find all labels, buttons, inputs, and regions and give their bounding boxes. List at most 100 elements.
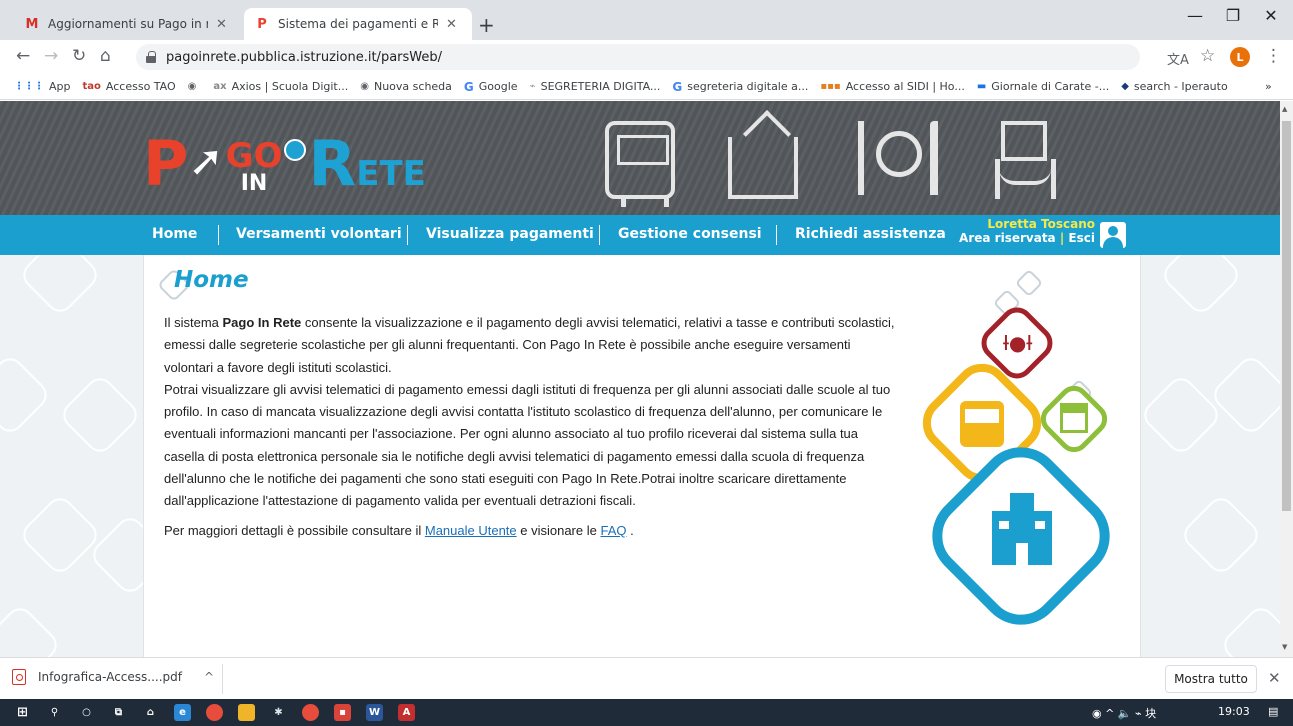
forward-arrow-icon[interactable]: → xyxy=(44,46,58,66)
scroll-down-arrow-icon[interactable]: ▼ xyxy=(1282,643,1287,651)
main-nav: Home Versamenti volontari Visualizza pag… xyxy=(0,215,1280,255)
bookmark-iperauto[interactable]: ◆ search - Iperauto xyxy=(1121,80,1227,93)
profile-avatar[interactable]: L xyxy=(1230,47,1250,67)
download-item[interactable]: Infografica-Access....pdf ^ xyxy=(12,669,214,685)
nav-versamenti-volontari[interactable]: Versamenti volontari xyxy=(236,226,402,242)
bookmark-google[interactable]: G Google xyxy=(464,80,518,94)
bookmark-label: segreteria digitale a... xyxy=(687,80,809,93)
address-bar-row: ← → ↻ ⌂ pagoinrete.pubblica.istruzione.i… xyxy=(0,40,1293,74)
gmail-icon: M xyxy=(25,16,39,32)
scroll-up-arrow-icon[interactable]: ▲ xyxy=(1282,105,1287,113)
task-view-icon[interactable]: ⧉ xyxy=(110,704,127,721)
word-icon[interactable]: W xyxy=(366,704,383,721)
bookmarks-bar: ⋮⋮⋮ App tao Accesso TAO ◉ ax Axios | Scuola… xyxy=(0,74,1293,100)
edge-icon[interactable]: e xyxy=(174,704,191,721)
paragraph-2: Potrai visualizzare gli avvisi telematic… xyxy=(164,381,891,509)
system-tray-icons[interactable]: ◉ ^ 🔈 ⌁ 块 xyxy=(1092,705,1156,721)
bookmark-label: SEGRETERIA DIGITA... xyxy=(540,80,661,93)
bookmark-tao[interactable]: tao Accesso TAO xyxy=(83,80,176,93)
intro-text: Il sistema Pago In Rete consente la visu… xyxy=(164,312,896,542)
close-download-bar-icon[interactable]: ✕ xyxy=(1268,669,1281,687)
tab-gmail[interactable]: M Aggiornamenti su Pago in rete - ✕ xyxy=(14,8,242,40)
bookmark-star-icon[interactable]: ☆ xyxy=(1200,46,1215,66)
opera-icon[interactable] xyxy=(302,704,319,721)
faq-link[interactable]: FAQ xyxy=(600,523,626,538)
bookmark-nuova-scheda[interactable]: ◉ Nuova scheda xyxy=(360,80,452,93)
nav-divider xyxy=(407,225,408,245)
page-viewport: P ➚ GO IN R ETE Home Versamenti volontar… xyxy=(0,101,1280,657)
home-icon[interactable]: ⌂ xyxy=(100,46,111,66)
nav-divider xyxy=(776,225,777,245)
nav-gestione-consensi[interactable]: Gestione consensi xyxy=(618,226,762,242)
iperauto-icon: ◆ xyxy=(1121,81,1129,92)
nav-visualizza-pagamenti[interactable]: Visualizza pagamenti xyxy=(426,226,594,242)
axios-icon: ax xyxy=(213,81,227,92)
google-icon: G xyxy=(672,79,683,94)
tab-title: Sistema dei pagamenti e Riconcil xyxy=(278,17,438,31)
download-filename: Infografica-Access....pdf xyxy=(38,670,182,684)
logout-link[interactable]: Esci xyxy=(1068,231,1095,245)
scrollbar-thumb[interactable] xyxy=(1282,121,1291,511)
bookmarks-more-button[interactable]: » xyxy=(1265,80,1272,93)
cortana-icon[interactable]: ○ xyxy=(78,704,95,721)
user-avatar-icon[interactable] xyxy=(1100,222,1126,248)
bookmark-segreteria-digitale[interactable]: Gsegreteria digitale a... xyxy=(672,80,808,94)
paragraph-1: Il sistema Pago In Rete consente la visu… xyxy=(164,315,895,375)
store-icon[interactable]: ⌂ xyxy=(142,704,159,721)
new-tab-button[interactable]: + xyxy=(478,13,495,37)
bookmark-axios[interactable]: ax Axios | Scuola Digit... xyxy=(213,80,348,93)
bookmark-app[interactable]: ⋮⋮⋮ App xyxy=(14,80,71,93)
bookmark-globe[interactable]: ◉ xyxy=(188,81,202,92)
apps-grid-icon: ⋮⋮⋮ xyxy=(14,81,44,92)
search-icon[interactable]: ⚲ xyxy=(46,704,63,721)
bookmark-sidi[interactable]: ▪▪▪ Accesso al SIDI | Ho... xyxy=(820,80,964,93)
chalk-bus-icon xyxy=(605,121,675,207)
bookmark-label: Giornale di Carate -... xyxy=(991,80,1110,93)
chrome-icon[interactable] xyxy=(206,704,223,721)
reload-icon[interactable]: ↻ xyxy=(72,46,86,66)
chevron-up-icon[interactable]: ^ xyxy=(204,670,214,684)
download-bar: Infografica-Access....pdf ^ Mostra tutto… xyxy=(0,657,1293,699)
clock[interactable]: 19:03 xyxy=(1218,705,1250,718)
show-all-downloads-button[interactable]: Mostra tutto xyxy=(1165,665,1257,693)
presentation-icon[interactable]: ▪ xyxy=(334,704,351,721)
bookmark-segreteria[interactable]: ⌁ SEGRETERIA DIGITA... xyxy=(530,80,661,93)
teams-icon[interactable]: ✱ xyxy=(270,704,287,721)
tab-pagoinrete[interactable]: P Sistema dei pagamenti e Riconcil ✕ xyxy=(244,8,472,40)
main-content: Home Il sistema Pago In Rete consente la… xyxy=(143,255,1141,657)
close-tab-icon[interactable]: ✕ xyxy=(216,17,227,32)
nav-richiedi-assistenza[interactable]: Richiedi assistenza xyxy=(795,226,946,242)
file-explorer-icon[interactable] xyxy=(238,704,255,721)
tao-icon: tao xyxy=(82,81,101,92)
acrobat-icon[interactable]: A xyxy=(398,704,415,721)
bookmark-label: search - Iperauto xyxy=(1133,80,1228,93)
user-panel: Loretta Toscano Area riservata | Esci xyxy=(955,217,1095,245)
translate-icon[interactable]: 文A xyxy=(1167,49,1189,68)
bookmark-label: Accesso TAO xyxy=(105,80,176,93)
nav-home[interactable]: Home xyxy=(152,226,197,242)
notifications-icon[interactable]: ▤ xyxy=(1268,705,1278,718)
background-pattern-right xyxy=(1141,255,1280,657)
manuale-utente-link[interactable]: Manuale Utente xyxy=(425,523,517,538)
area-riservata-link[interactable]: Area riservata xyxy=(959,231,1056,245)
url-text: pagoinrete.pubblica.istruzione.it/parsWe… xyxy=(166,49,442,65)
bookmark-giornale[interactable]: ▬ Giornale di Carate -... xyxy=(977,80,1109,93)
nav-divider xyxy=(218,225,219,245)
globe-icon: ◉ xyxy=(187,81,197,92)
chalk-fork-plate-knife-icon xyxy=(852,121,942,199)
segreteria-icon: ⌁ xyxy=(529,81,536,92)
tab-title: Aggiornamenti su Pago in rete - xyxy=(48,17,208,31)
lock-icon xyxy=(146,51,156,63)
giornale-icon: ▬ xyxy=(976,81,987,92)
menu-kebab-icon[interactable]: ⋮ xyxy=(1265,46,1282,66)
close-window-icon[interactable]: ✕ xyxy=(1248,6,1293,25)
url-input[interactable]: pagoinrete.pubblica.istruzione.it/parsWe… xyxy=(136,44,1140,70)
windows-start-icon[interactable]: ⊞ xyxy=(14,704,31,721)
close-tab-icon[interactable]: ✕ xyxy=(446,17,457,32)
globe-icon: ◉ xyxy=(360,81,369,92)
site-banner: P ➚ GO IN R ETE xyxy=(0,101,1280,215)
pagoinrete-logo[interactable]: P ➚ GO IN R ETE xyxy=(143,125,426,195)
globe-icon xyxy=(284,139,307,161)
page-scrollbar[interactable]: ▲ ▼ xyxy=(1280,101,1293,657)
back-arrow-icon[interactable]: ← xyxy=(16,46,30,66)
